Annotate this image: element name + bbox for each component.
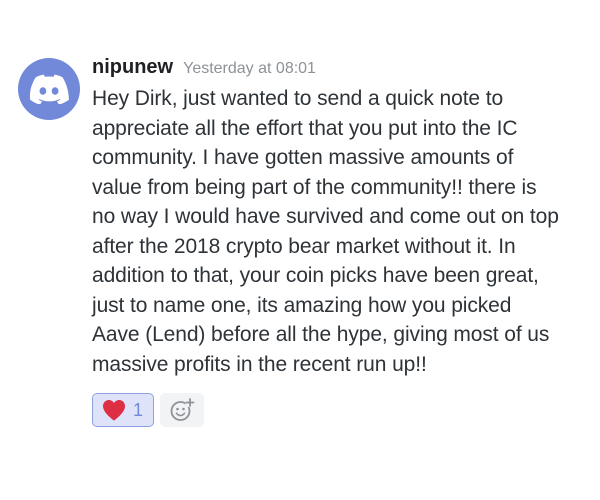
add-reaction-button[interactable]	[160, 393, 205, 427]
avatar[interactable]	[18, 58, 80, 120]
message-content: nipunew Yesterday at 08:01 Hey Dirk, jus…	[92, 50, 580, 427]
reaction-count: 1	[133, 399, 144, 420]
reaction-heart[interactable]: 1	[92, 393, 155, 427]
message-line: no way I would have survived and come ou…	[92, 205, 559, 228]
discord-logo-icon	[29, 74, 69, 104]
message-header: nipunew Yesterday at 08:01	[92, 50, 580, 84]
heart-icon	[101, 397, 127, 423]
message-line: Aave (Lend) before all the hype, giving …	[92, 323, 550, 346]
message-line: just to name one, its amazing how you pi…	[92, 293, 512, 317]
page: nipunew Yesterday at 08:01 Hey Dirk, jus…	[0, 0, 600, 500]
add-reaction-icon	[170, 398, 195, 421]
message-line: Hey Dirk, just wanted to send a quick no…	[92, 87, 504, 110]
message-line: community. I have gotten massive amounts…	[92, 146, 514, 169]
timestamp: Yesterday at 08:01	[183, 60, 316, 77]
message-line: addition to that, your coin picks have b…	[92, 264, 539, 287]
message-body: Hey Dirk, just wanted to send a quick no…	[92, 84, 580, 379]
chat-message: nipunew Yesterday at 08:01 Hey Dirk, jus…	[18, 50, 588, 427]
message-line: value from being part of the community!!…	[92, 175, 537, 199]
message-line: massive profits in the recent run up!!	[92, 352, 427, 376]
message-line: after the 2018 crypto bear market withou…	[92, 234, 516, 258]
message-line: appreciate all the effort that you put i…	[92, 116, 518, 140]
reactions-bar: 1	[92, 393, 580, 427]
username[interactable]: nipunew	[92, 50, 173, 84]
